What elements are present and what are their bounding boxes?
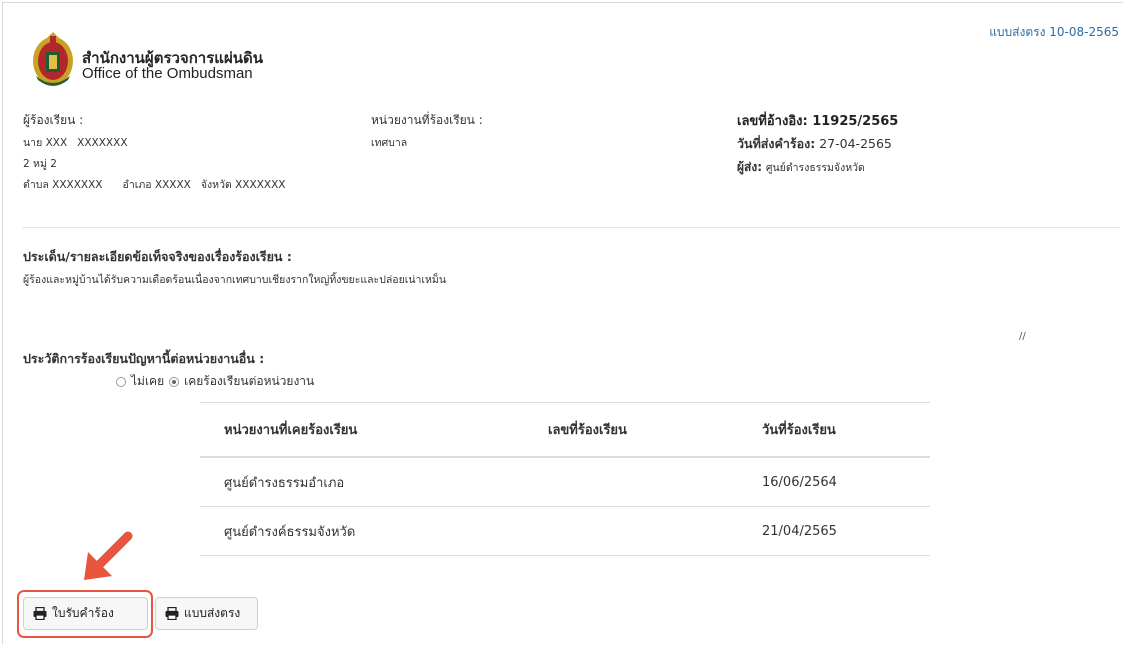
receipt-button[interactable]: ใบรับคำร้อง (23, 597, 148, 630)
sender-value: ศูนย์ดำรงธรรมจังหวัด (765, 162, 865, 174)
reference-number: เลขที่อ้างอิง: 11925/2565 (737, 114, 899, 129)
cell-agency: ศูนย์ดำรงธรรมอำเภอ (200, 457, 524, 507)
radio-never[interactable] (116, 376, 126, 387)
radio-ever[interactable] (169, 376, 180, 387)
cell-number (524, 506, 738, 556)
complainant-label: ผู้ร้องเรียน : (23, 113, 84, 127)
send-direct-date: แบบส่งตรง 10-08-2565 (989, 25, 1119, 39)
history-label: ประวัติการร้องเรียนปัญหานี้ต่อหน่วยงานอื… (23, 351, 265, 366)
table-header-row: หน่วยงานที่เคยร้องเรียน เลขที่ร้องเรียน … (200, 402, 930, 458)
sent-date-value: 27-04-2565 (819, 136, 892, 151)
send-direct-button[interactable]: แบบส่งตรง (155, 597, 258, 630)
send-direct-button-label: แบบส่งตรง (184, 606, 241, 620)
sent-date-label: วันที่ส่งคำร้อง: (737, 136, 816, 151)
history-table: หน่วยงานที่เคยร้องเรียน เลขที่ร้องเรียน … (200, 402, 930, 556)
sender-row: ผู้ส่ง: ศูนย์ดำรงธรรมจังหวัด (737, 158, 865, 177)
complainant-address-line1: 2 หมู่ 2 (23, 158, 57, 170)
org-name-english: Office of the Ombudsman (82, 65, 253, 82)
section-divider (22, 227, 1120, 228)
printer-icon (165, 607, 179, 620)
radio-ever-label: เคยร้องเรียนต่อหน่วยงาน (184, 374, 315, 388)
cell-number (524, 457, 738, 507)
col-header-number: เลขที่ร้องเรียน (524, 402, 738, 458)
agency-label: หน่วยงานที่ร้องเรียน : (371, 113, 483, 127)
history-radio-group: ไม่เคย เคยร้องเรียนต่อหน่วยงาน (116, 372, 314, 391)
col-header-agency: หน่วยงานที่เคยร้องเรียน (200, 402, 524, 458)
ombudsman-logo (33, 32, 73, 86)
agency-value: เทศบาล (371, 137, 408, 149)
arrow-icon (84, 531, 133, 580)
complainant-address-line2: ตำบล XXXXXXX อำเภอ XXXXX จังหวัด XXXXXXX (23, 179, 286, 191)
sent-date-row: วันที่ส่งคำร้อง: 27-04-2565 (737, 134, 892, 154)
receipt-button-label: ใบรับคำร้อง (52, 606, 114, 620)
complainant-name: นาย XXX XXXXXXX (23, 137, 128, 149)
sender-label: ผู้ส่ง: (737, 160, 763, 174)
cell-agency: ศูนย์ดำรงค์ธรรมจังหวัด (200, 506, 524, 556)
printer-icon (33, 607, 47, 620)
col-header-date: วันที่ร้องเรียน (738, 402, 930, 458)
cell-date: 21/04/2565 (738, 506, 930, 556)
issue-text: ผู้ร้องและหมู่บ้านได้รับความเดือดร้อนเนื… (23, 274, 447, 286)
radio-never-label: ไม่เคย (131, 374, 165, 388)
table-row: ศูนย์ดำรงธรรมอำเภอ 16/06/2564 (200, 457, 930, 507)
cell-date: 16/06/2564 (738, 457, 930, 507)
table-row: ศูนย์ดำรงค์ธรรมจังหวัด 21/04/2565 (200, 506, 930, 556)
issue-label: ประเด็น/รายละเอียดข้อเท็จจริงของเรื่องร้… (23, 249, 292, 264)
textarea-resize-handle[interactable]: // (1019, 331, 1026, 342)
